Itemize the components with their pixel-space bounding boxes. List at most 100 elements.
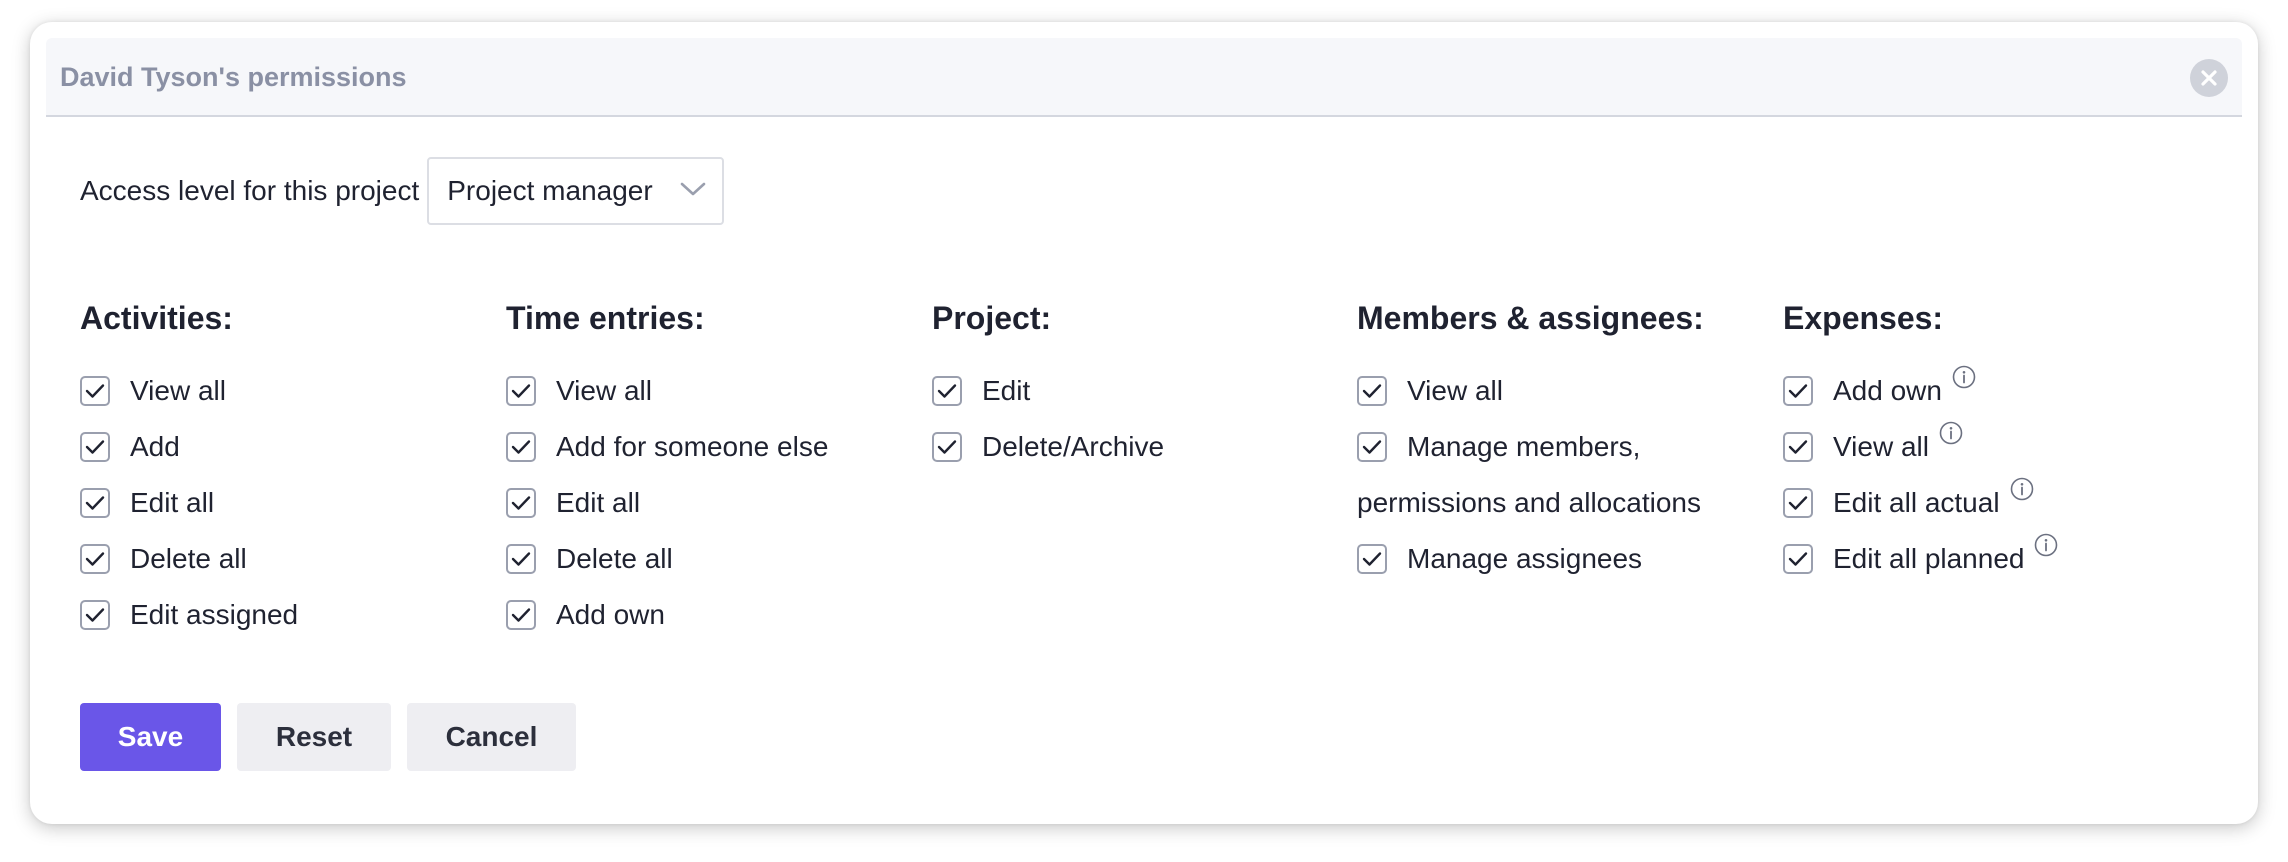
perm-label: Add <box>130 431 180 462</box>
expenses-section: Expenses: Add own View all Edit all actu… <box>1783 298 2058 587</box>
save-button[interactable]: Save <box>80 703 221 771</box>
check-icon <box>1362 440 1382 454</box>
perm-label: Edit all <box>556 487 641 518</box>
checkbox[interactable] <box>1783 376 1813 406</box>
perm-label: Add own <box>1833 375 1942 406</box>
perm-activities-delete-all[interactable]: Delete all <box>80 531 298 587</box>
checkbox[interactable] <box>1357 432 1387 462</box>
perm-activities-edit-assigned[interactable]: Edit assigned <box>80 587 298 643</box>
checkbox[interactable] <box>1783 544 1813 574</box>
project-heading: Project: <box>932 300 1052 336</box>
perm-label: View all <box>1407 375 1503 406</box>
time-entries-heading: Time entries: <box>506 300 705 336</box>
checkbox[interactable] <box>506 544 536 574</box>
perm-label: Add own <box>556 599 665 630</box>
perm-expenses-add-own[interactable]: Add own <box>1783 363 2058 419</box>
checkbox[interactable] <box>80 600 110 630</box>
perm-activities-add[interactable]: Add <box>80 419 298 475</box>
dialog-actions: Save Reset Cancel <box>80 703 592 771</box>
perm-activities-view-all[interactable]: View all <box>80 363 298 419</box>
check-icon <box>1788 440 1808 454</box>
info-icon[interactable] <box>2034 533 2058 557</box>
dialog-title: David Tyson's permissions <box>60 62 407 92</box>
close-button[interactable] <box>2190 59 2228 97</box>
perm-project-delete-archive[interactable]: Delete/Archive <box>932 419 1164 475</box>
perm-time-view-all[interactable]: View all <box>506 363 828 419</box>
perm-label: Add for someone else <box>556 431 829 462</box>
dialog-header: David Tyson's permissions <box>46 38 2242 117</box>
checkbox[interactable] <box>80 432 110 462</box>
reset-button[interactable]: Reset <box>237 703 391 771</box>
activities-heading: Activities: <box>80 300 233 336</box>
checkbox[interactable] <box>1783 432 1813 462</box>
time-entries-section: Time entries: View all Add for someone e… <box>506 298 828 643</box>
check-icon <box>1362 384 1382 398</box>
perm-members-manage-assignees[interactable]: Manage assignees <box>1357 531 1704 587</box>
perm-activities-edit-all[interactable]: Edit all <box>80 475 298 531</box>
check-icon <box>511 496 531 510</box>
permissions-dialog: David Tyson's permissions Access level f… <box>30 22 2258 824</box>
checkbox[interactable] <box>506 376 536 406</box>
perm-label-continued: permissions and allocations <box>1357 487 1701 518</box>
access-level-row: Access level for this project Project ma… <box>80 157 725 225</box>
checkbox[interactable] <box>80 376 110 406</box>
expenses-heading: Expenses: <box>1783 300 1944 336</box>
check-icon <box>511 552 531 566</box>
checkbox[interactable] <box>932 432 962 462</box>
close-icon <box>2201 70 2217 86</box>
members-assignees-heading: Members & assignees: <box>1357 300 1704 336</box>
check-icon <box>511 384 531 398</box>
perm-label: Delete/Archive <box>982 431 1165 462</box>
perm-label: Edit all <box>130 487 215 518</box>
perm-members-view-all[interactable]: View all <box>1357 363 1704 419</box>
info-icon[interactable] <box>2010 477 2034 501</box>
access-level-select[interactable]: Project manager <box>427 157 725 225</box>
perm-expenses-edit-all-planned[interactable]: Edit all planned <box>1783 531 2058 587</box>
perm-expenses-view-all[interactable]: View all <box>1783 419 2058 475</box>
perm-time-delete-all[interactable]: Delete all <box>506 531 828 587</box>
checkbox[interactable] <box>1357 544 1387 574</box>
info-icon[interactable] <box>1952 365 1976 389</box>
checkbox[interactable] <box>932 376 962 406</box>
checkbox[interactable] <box>80 488 110 518</box>
check-icon <box>85 440 105 454</box>
check-icon <box>1362 552 1382 566</box>
check-icon <box>937 384 957 398</box>
perm-label: View all <box>556 375 652 406</box>
chevron-down-icon <box>680 182 706 196</box>
check-icon <box>937 440 957 454</box>
members-assignees-section: Members & assignees: View all Manage mem… <box>1357 298 1704 587</box>
check-icon <box>1788 496 1808 510</box>
cancel-button[interactable]: Cancel <box>407 703 576 771</box>
perm-expenses-edit-all-actual[interactable]: Edit all actual <box>1783 475 2058 531</box>
perm-time-add-own[interactable]: Add own <box>506 587 828 643</box>
access-level-label: Access level for this project <box>80 175 420 206</box>
perm-time-edit-all[interactable]: Edit all <box>506 475 828 531</box>
perm-label: Edit all actual <box>1833 487 2000 518</box>
project-section: Project: Edit Delete/Archive <box>932 298 1164 475</box>
checkbox[interactable] <box>1357 376 1387 406</box>
perm-members-manage-members[interactable]: Manage members, permissions and allocati… <box>1357 419 1704 531</box>
perm-project-edit[interactable]: Edit <box>932 363 1164 419</box>
checkbox[interactable] <box>1783 488 1813 518</box>
perm-label: View all <box>1833 431 1929 462</box>
perm-label: Edit <box>982 375 1031 406</box>
checkbox[interactable] <box>80 544 110 574</box>
perm-label: Edit assigned <box>130 599 299 630</box>
perm-label: Delete all <box>556 543 673 574</box>
check-icon <box>1788 552 1808 566</box>
perm-label: Edit all planned <box>1833 543 2025 574</box>
perm-label: View all <box>130 375 226 406</box>
perm-label: Manage members, <box>1407 431 1641 462</box>
info-icon[interactable] <box>1939 421 1963 445</box>
checkbox[interactable] <box>506 600 536 630</box>
checkbox[interactable] <box>506 432 536 462</box>
access-level-value: Project manager <box>447 175 653 206</box>
checkbox[interactable] <box>506 488 536 518</box>
perm-label: Delete all <box>130 543 247 574</box>
check-icon <box>1788 384 1808 398</box>
activities-section: Activities: View all Add Edit all Delete… <box>80 298 298 643</box>
check-icon <box>85 552 105 566</box>
perm-time-add-for-someone-else[interactable]: Add for someone else <box>506 419 828 475</box>
check-icon <box>85 384 105 398</box>
